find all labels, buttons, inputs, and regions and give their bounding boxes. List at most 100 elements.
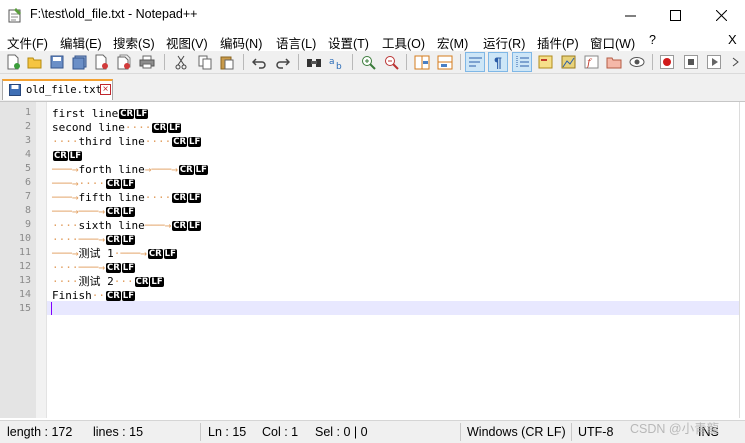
line-number: 2: [24, 121, 31, 132]
line-number: 7: [24, 191, 31, 202]
line-number: 5: [24, 163, 31, 174]
eol-lf: LF: [163, 249, 177, 259]
word-wrap-icon[interactable]: [465, 52, 485, 72]
replace-icon[interactable]: ab: [328, 53, 346, 71]
line-number: 3: [24, 135, 31, 146]
sync-horizontal-icon[interactable]: [436, 53, 454, 71]
edge-line: [739, 102, 740, 418]
eol-lf: LF: [135, 109, 149, 119]
fold-margin: [36, 102, 47, 418]
toolbar: ab ¶ f: [0, 51, 745, 74]
play-macro-icon[interactable]: [705, 53, 723, 71]
menu-language[interactable]: 语言(L): [276, 33, 316, 52]
menu-window[interactable]: 窗口(W): [590, 33, 635, 52]
eol-lf: LF: [188, 193, 202, 203]
minimize-button[interactable]: [607, 0, 653, 30]
sync-vertical-icon[interactable]: [413, 53, 431, 71]
paste-icon[interactable]: [218, 53, 236, 71]
menu-tools[interactable]: 工具(O): [382, 33, 425, 52]
new-file-icon[interactable]: [4, 53, 22, 71]
menu-settings[interactable]: 设置(T): [328, 33, 369, 52]
save-icon[interactable]: [48, 53, 66, 71]
function-list-icon[interactable]: f: [582, 53, 600, 71]
close-icon[interactable]: [92, 53, 110, 71]
menu-run[interactable]: 运行(R): [483, 33, 525, 52]
menu-encoding[interactable]: 编码(N): [220, 33, 262, 52]
toolbar-overflow-icon[interactable]: [727, 53, 745, 71]
status-lines: lines : 15: [93, 425, 144, 439]
eol-cr: CR: [134, 277, 150, 287]
menu-search[interactable]: 搜索(S): [113, 33, 155, 52]
code-text: Finish: [52, 289, 92, 302]
menu-view[interactable]: 视图(V): [166, 33, 208, 52]
code-line: ───→fifth line···· CR LF: [52, 191, 202, 204]
indent-guide-icon[interactable]: [512, 52, 532, 72]
line-number: 1: [24, 107, 31, 118]
code-line: ····third line···· CR LF: [52, 135, 202, 148]
code-line: ····sixth line───→ CR LF: [52, 219, 202, 232]
title-bar: F:\test\old_file.txt - Notepad++: [0, 0, 745, 30]
svg-text:a: a: [329, 57, 335, 67]
eol-lf: LF: [168, 123, 182, 133]
maximize-icon: [669, 9, 681, 21]
code-line: CR LF: [52, 149, 83, 162]
code-line: first line CR LF: [52, 107, 149, 120]
redo-icon[interactable]: [273, 53, 291, 71]
undo-icon[interactable]: [250, 53, 268, 71]
menu-macro[interactable]: 宏(M): [437, 33, 468, 52]
code-line: ····测试 2··· CR LF: [52, 275, 164, 288]
zoom-out-icon[interactable]: [382, 53, 400, 71]
eol-cr: CR: [105, 235, 121, 245]
cut-icon[interactable]: [172, 53, 190, 71]
menu-file[interactable]: 文件(F): [7, 33, 48, 52]
code-line: ····───→ CR LF: [52, 233, 136, 246]
status-eol-format[interactable]: Windows (CR LF): [467, 425, 566, 439]
notepad-app-icon: [8, 8, 21, 23]
close-all-icon[interactable]: [114, 53, 132, 71]
zoom-in-icon[interactable]: [359, 53, 377, 71]
status-length: length : 172: [7, 425, 73, 439]
tab-label: old_file.txt: [26, 84, 102, 96]
eol-lf: LF: [121, 291, 136, 301]
open-file-icon[interactable]: [26, 53, 44, 71]
user-defined-language-icon[interactable]: [536, 53, 554, 71]
text-caret: [51, 302, 52, 315]
eol-lf: LF: [188, 137, 202, 147]
find-icon[interactable]: [305, 53, 323, 71]
folder-as-workspace-icon[interactable]: [605, 53, 623, 71]
save-all-icon[interactable]: [70, 53, 88, 71]
print-icon[interactable]: [138, 53, 156, 71]
stop-macro-icon[interactable]: [682, 53, 700, 71]
eol-cr: CR: [105, 207, 121, 217]
close-document-button[interactable]: X: [728, 32, 737, 47]
line-number-gutter: 1 2 3 4 5 6 7 8 9 10 11 12 13 14 15: [0, 102, 36, 418]
menu-help[interactable]: ?: [649, 33, 656, 47]
eol-cr: CR: [172, 137, 188, 147]
close-window-button[interactable]: [698, 0, 744, 30]
editor-area[interactable]: 1 2 3 4 5 6 7 8 9 10 11 12 13 14 15 firs…: [0, 101, 745, 418]
eol-cr: CR: [119, 109, 135, 119]
monitoring-icon[interactable]: [628, 53, 646, 71]
document-map-icon[interactable]: [559, 53, 577, 71]
eol-cr: CR: [105, 263, 121, 273]
copy-icon[interactable]: [196, 53, 214, 71]
tab-old-file[interactable]: old_file.txt ×: [2, 79, 113, 100]
code-line: second line···· CR LF: [52, 121, 182, 134]
code-text: forth line: [78, 163, 145, 176]
code-text: sixth line: [78, 219, 145, 232]
eol-cr: CR: [105, 179, 121, 189]
record-macro-icon[interactable]: [658, 53, 676, 71]
code-text: first line: [52, 107, 119, 120]
line-number: 13: [18, 275, 31, 286]
show-all-characters-icon[interactable]: ¶: [488, 52, 508, 72]
maximize-button[interactable]: [652, 0, 698, 30]
eol-cr: CR: [178, 165, 194, 175]
menu-plugins[interactable]: 插件(P): [537, 33, 579, 52]
line-number: 11: [18, 247, 31, 258]
status-column: Col : 1: [262, 425, 299, 439]
tab-close-icon[interactable]: ×: [100, 84, 111, 95]
status-encoding[interactable]: UTF-8: [578, 425, 613, 439]
menu-edit[interactable]: 编辑(E): [60, 33, 102, 52]
line-number: 10: [18, 233, 31, 244]
status-line-number: Ln : 15: [208, 425, 247, 439]
